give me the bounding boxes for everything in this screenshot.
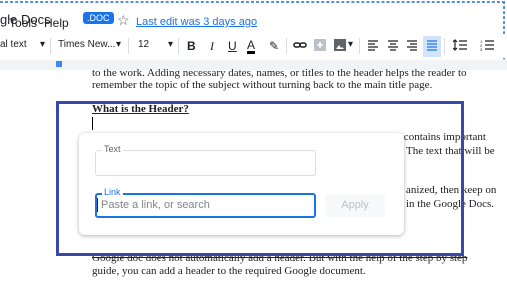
menu-bar: gle Docs .DOC ☆ Tools Help Last edit was… [0,8,507,30]
menu-help[interactable]: Help [44,16,69,30]
align-left-icon[interactable] [367,39,379,54]
bold-button[interactable]: B [187,39,196,53]
divider [359,38,360,54]
last-edit-link[interactable]: Last edit was 3 days ago [136,16,257,28]
chevron-down-icon[interactable]: ▾ [116,39,121,50]
link-input-placeholder: Paste a link, or search [101,199,210,211]
apply-button[interactable]: Apply [325,194,385,217]
divider [128,38,129,54]
divider [286,38,287,54]
body-text-line: guide, you can add a header to the requi… [92,265,366,277]
divider [444,38,445,54]
menu-tools[interactable]: Tools [9,16,37,30]
numbered-list-icon[interactable]: 123 [480,39,494,54]
highlight-pen-icon[interactable]: ✎ [269,39,279,53]
divider [178,38,179,54]
body-text-line: to the work. Adding necessary dates, nam… [92,67,467,79]
text-field[interactable] [95,150,316,176]
align-justify-icon[interactable] [423,36,441,57]
indent-marker[interactable] [56,61,62,67]
insert-link-dialog [79,133,404,235]
line-spacing-icon[interactable] [452,39,467,54]
text-color-button[interactable]: A [247,39,256,54]
link-field-label: Link [102,187,123,197]
divider [50,38,51,54]
toolbar: al text ▾ Times New... ▾ 12 ▾ B I U A ✎ … [0,34,507,58]
selection-border-top [0,1,505,3]
star-icon[interactable]: ☆ [117,12,130,29]
paragraph-style-select[interactable]: al text [0,39,27,50]
insert-link-icon[interactable] [293,39,307,54]
link-input-cursor [97,198,98,212]
doc-format-badge: .DOC [83,12,114,24]
insert-image-icon[interactable] [334,39,346,54]
chevron-down-icon[interactable]: ▾ [40,39,45,50]
align-right-icon[interactable] [406,39,418,54]
add-comment-icon[interactable] [314,39,326,54]
align-center-icon[interactable] [387,39,399,54]
text-field-label: Text [102,144,123,154]
underline-button[interactable]: U [228,39,237,53]
body-text-line: remember the topic of the subject withou… [92,79,433,91]
italic-button[interactable]: I [210,39,214,54]
chevron-down-icon[interactable]: ▾ [168,39,173,50]
chevron-down-icon[interactable]: ▾ [348,39,353,50]
font-size-select[interactable]: 12 [138,39,149,50]
font-family-select[interactable]: Times New... [58,39,115,50]
svg-text:3: 3 [480,47,483,51]
